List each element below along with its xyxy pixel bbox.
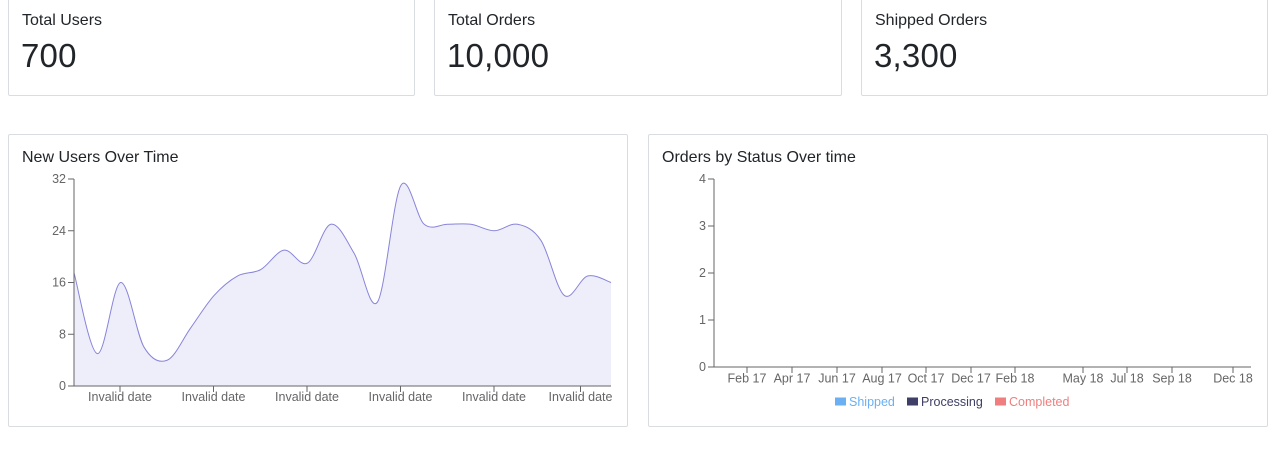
legend-swatch-processing (907, 397, 918, 406)
x-tick-label: Feb 17 (728, 372, 767, 386)
y-tick-label: 0 (699, 360, 706, 374)
stat-label: Total Users (22, 12, 103, 29)
x-tick-label: Jun 17 (818, 372, 856, 386)
x-tick-label: Sep 18 (1152, 372, 1192, 386)
x-tick-label: Invalid date (88, 390, 152, 404)
x-tick-label: Invalid date (182, 390, 246, 404)
y-tick-label: 24 (52, 224, 66, 238)
y-tick-label: 4 (699, 172, 706, 186)
area-fill (74, 183, 611, 386)
stat-value: 3,300 (874, 37, 958, 74)
new-users-chart-card: New Users Over Time 0 8 16 24 32 Invalid date… (8, 134, 628, 427)
y-tick-label: 32 (52, 172, 66, 186)
y-tick-label: 16 (52, 276, 66, 290)
x-tick-label: Apr 17 (774, 372, 811, 386)
new-users-area-chart: 0 8 16 24 32 Invalid date Invalid date Invalid … (52, 172, 613, 404)
stat-label: Total Orders (448, 12, 536, 29)
y-tick-label: 3 (699, 219, 706, 233)
orders-status-chart-card: Orders by Status Over time 0 1 2 3 4 Feb 17 Ap… (648, 134, 1268, 427)
legend-swatch-completed (995, 397, 1006, 406)
x-tick-label: Invalid date (275, 390, 339, 404)
stat-value: 700 (21, 37, 77, 74)
x-tick-label: Invalid date (369, 390, 433, 404)
y-tick-label: 8 (59, 327, 66, 341)
legend-label-completed: Completed (1009, 395, 1069, 409)
x-tick-label: Oct 17 (908, 372, 945, 386)
stat-label: Shipped Orders (875, 12, 988, 29)
legend-label-shipped: Shipped (849, 395, 895, 409)
stat-card-total-orders: Total Orders 10,000 (434, 0, 842, 96)
stat-card-total-users: Total Users 700 (8, 0, 415, 96)
x-tick-label: Dec 18 (1213, 372, 1253, 386)
x-tick-label: Invalid date (462, 390, 526, 404)
x-tick-label: Aug 17 (862, 372, 902, 386)
x-tick-label: Feb 18 (996, 372, 1035, 386)
y-tick-label: 1 (699, 313, 706, 327)
stat-card-shipped-orders: Shipped Orders 3,300 (861, 0, 1268, 96)
legend-label-processing: Processing (921, 395, 983, 409)
x-tick-label: Jul 18 (1110, 372, 1143, 386)
y-tick-label: 2 (699, 266, 706, 280)
orders-status-line-chart: 0 1 2 3 4 Feb 17 Apr 17 Jun 17 Aug 17 Oct 17 Dec 1… (699, 172, 1253, 409)
x-tick-label: May 18 (1063, 372, 1104, 386)
stat-value: 10,000 (447, 37, 550, 74)
x-tick-label: Dec 17 (951, 372, 991, 386)
y-tick-label: 0 (59, 379, 66, 393)
legend-swatch-shipped (835, 397, 846, 406)
x-tick-label: Invalid date (549, 390, 613, 404)
